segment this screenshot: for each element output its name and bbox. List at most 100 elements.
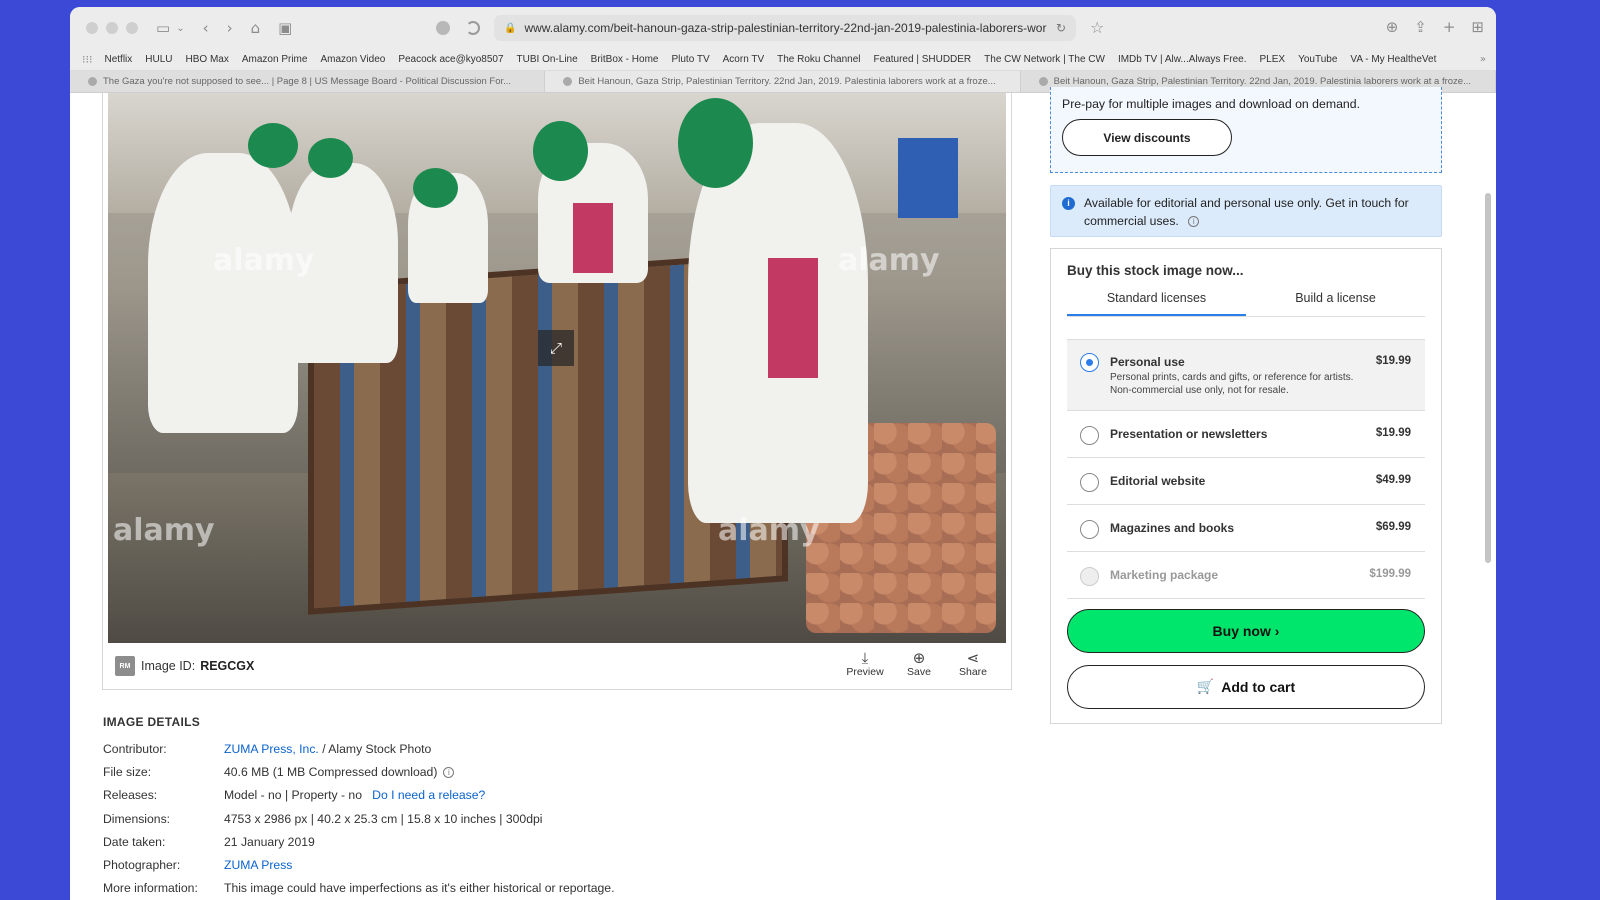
detail-row-contributor: Contributor: ZUMA Press, Inc. / Alamy St… bbox=[103, 741, 432, 756]
extension-icon[interactable] bbox=[436, 21, 450, 35]
bookmark-item[interactable]: Featured | SHUDDER bbox=[874, 54, 972, 65]
share-button[interactable]: ⋖ Share bbox=[955, 649, 991, 678]
buy-title: Buy this stock image now... bbox=[1067, 263, 1244, 278]
favicon-icon bbox=[563, 77, 573, 86]
rm-badge: RM bbox=[115, 656, 135, 676]
view-discounts-button[interactable]: View discounts bbox=[1062, 119, 1232, 156]
page-scrollbar[interactable] bbox=[1485, 193, 1491, 563]
sidebar-icon[interactable]: ▭ bbox=[156, 19, 170, 37]
watermark: alamy bbox=[213, 243, 315, 278]
info-icon: i bbox=[1062, 197, 1075, 210]
page-content: alamy alamy alamy alamy ⤢ RM Image ID: R… bbox=[70, 87, 1496, 900]
bookmark-item[interactable]: Amazon Prime bbox=[242, 54, 308, 65]
privacy-icon[interactable] bbox=[466, 21, 480, 35]
browser-tab-active[interactable]: Beit Hanoun, Gaza Strip, Palestinian Ter… bbox=[545, 71, 1021, 92]
bookmark-item[interactable]: Peacock ace@kyo8507 bbox=[398, 54, 503, 65]
close-window-button[interactable] bbox=[86, 22, 98, 34]
detail-row-dimensions: Dimensions: 4753 x 2986 px | 40.2 x 25.3… bbox=[103, 811, 543, 826]
watermark: alamy bbox=[838, 243, 940, 278]
radio-button bbox=[1080, 567, 1099, 586]
bookmark-item[interactable]: Netflix bbox=[105, 54, 133, 65]
save-button[interactable]: ⊕ Save bbox=[901, 649, 937, 678]
photographer-link[interactable]: ZUMA Press bbox=[224, 858, 292, 872]
tab-standard-licenses[interactable]: Standard licenses bbox=[1067, 287, 1246, 316]
apps-grid-icon[interactable]: ⁝⁝⁝ bbox=[82, 53, 93, 66]
watermark: alamy bbox=[718, 513, 820, 548]
bookmark-item[interactable]: Amazon Video bbox=[320, 54, 385, 65]
tab-overview-icon[interactable]: ▣ bbox=[278, 19, 292, 37]
tab-grid-icon[interactable]: ⊞ bbox=[1471, 18, 1484, 36]
url-text: www.alamy.com/beit-hanoun-gaza-strip-pal… bbox=[524, 21, 1047, 35]
chevron-down-icon[interactable]: ⌄ bbox=[176, 23, 184, 34]
bookmark-item[interactable]: HULU bbox=[145, 54, 172, 65]
license-option-editorial[interactable]: Editorial website $49.99 bbox=[1067, 458, 1425, 505]
bookmark-item[interactable]: YouTube bbox=[1298, 54, 1337, 65]
bookmark-item[interactable]: IMDb TV | Alw...Always Free. bbox=[1118, 54, 1247, 65]
discount-box: Pre-pay for multiple images and download… bbox=[1050, 87, 1442, 173]
download-icon[interactable]: ⊕ bbox=[1386, 18, 1399, 36]
radio-button[interactable] bbox=[1080, 520, 1099, 539]
download-icon: ⤓ bbox=[861, 649, 869, 667]
bookmark-star-icon[interactable]: ☆ bbox=[1090, 18, 1104, 37]
bookmark-item[interactable]: HBO Max bbox=[186, 54, 229, 65]
contributor-link[interactable]: ZUMA Press, Inc. bbox=[224, 742, 319, 756]
tab-build-license[interactable]: Build a license bbox=[1246, 287, 1425, 316]
detail-row-releases: Releases: Model - no | Property - no Do … bbox=[103, 788, 486, 803]
forward-icon[interactable]: › bbox=[227, 19, 233, 37]
add-to-cart-button[interactable]: 🛒 Add to cart bbox=[1067, 665, 1425, 709]
stock-photo[interactable]: alamy alamy alamy alamy ⤢ bbox=[108, 93, 1006, 643]
zoom-window-button[interactable] bbox=[126, 22, 138, 34]
image-info-bar: RM Image ID: REGCGX ⤓ Preview ⊕ Save ⋖ S… bbox=[103, 643, 1011, 689]
browser-tab[interactable]: The Gaza you're not supposed to see... |… bbox=[70, 71, 546, 92]
bookmark-item[interactable]: Acorn TV bbox=[723, 54, 765, 65]
usage-notice: i Available for editorial and personal u… bbox=[1050, 185, 1442, 237]
plus-circle-icon: ⊕ bbox=[912, 649, 926, 667]
browser-window: ▭ ⌄ ‹ › ⌂ ▣ 🔒 www.alamy.com/beit-hanoun-… bbox=[70, 7, 1496, 900]
home-icon[interactable]: ⌂ bbox=[251, 19, 261, 37]
bookmark-item[interactable]: VA - My HealtheVet bbox=[1350, 54, 1436, 65]
info-icon[interactable]: i bbox=[443, 767, 455, 779]
share-icon: ⋖ bbox=[966, 649, 980, 667]
license-option-presentation[interactable]: Presentation or newsletters $19.99 bbox=[1067, 411, 1425, 458]
image-id-label: Image ID: bbox=[141, 659, 196, 673]
license-option-magazines[interactable]: Magazines and books $69.99 bbox=[1067, 505, 1425, 552]
new-tab-icon[interactable]: + bbox=[1443, 18, 1456, 36]
lock-icon: 🔒 bbox=[504, 22, 517, 34]
detail-row-filesize: File size: 40.6 MB (1 MB Compressed down… bbox=[103, 760, 614, 783]
back-icon[interactable]: ‹ bbox=[203, 19, 209, 37]
bookmark-item[interactable]: The CW Network | The CW bbox=[984, 54, 1105, 65]
favicon-icon bbox=[88, 77, 97, 86]
release-help-link[interactable]: Do I need a release? bbox=[372, 788, 485, 802]
window-controls bbox=[86, 22, 138, 34]
watermark: alamy bbox=[113, 513, 215, 548]
bookmarks-bar: ⁝⁝⁝ Netflix HULU HBO Max Amazon Prime Am… bbox=[70, 49, 1496, 71]
info-icon[interactable]: i bbox=[1188, 216, 1200, 228]
expand-icon[interactable]: ⤢ bbox=[538, 330, 574, 366]
details-heading: IMAGE DETAILS bbox=[103, 715, 201, 729]
image-details: IMAGE DETAILS Contributor: ZUMA Press, I… bbox=[103, 715, 614, 900]
bookmark-item[interactable]: Pluto TV bbox=[671, 54, 709, 65]
license-option-personal[interactable]: Personal use Personal prints, cards and … bbox=[1067, 339, 1425, 411]
bookmark-item[interactable]: The Roku Channel bbox=[777, 54, 860, 65]
detail-row-date: Date taken: 21 January 2019 bbox=[103, 834, 315, 849]
bookmark-item[interactable]: BritBox - Home bbox=[591, 54, 659, 65]
license-options: Personal use Personal prints, cards and … bbox=[1067, 339, 1425, 599]
radio-button[interactable] bbox=[1080, 473, 1099, 492]
buy-panel: Buy this stock image now... Standard lic… bbox=[1050, 248, 1442, 724]
radio-button[interactable] bbox=[1080, 353, 1099, 372]
buy-now-button[interactable]: Buy now › bbox=[1067, 609, 1425, 653]
detail-row-more-info: More information: This image could have … bbox=[103, 881, 615, 896]
detail-row-photographer: Photographer: ZUMA Press bbox=[103, 858, 293, 873]
address-bar[interactable]: 🔒 www.alamy.com/beit-hanoun-gaza-strip-p… bbox=[494, 15, 1076, 41]
image-panel: alamy alamy alamy alamy ⤢ RM Image ID: R… bbox=[102, 93, 1012, 690]
minimize-window-button[interactable] bbox=[106, 22, 118, 34]
favicon-icon bbox=[1038, 77, 1048, 86]
share-icon[interactable]: ⇪ bbox=[1414, 18, 1427, 36]
radio-button[interactable] bbox=[1080, 426, 1099, 445]
bookmark-item[interactable]: PLEX bbox=[1260, 54, 1286, 65]
discount-text: Pre-pay for multiple images and download… bbox=[1062, 97, 1361, 111]
reload-icon[interactable]: ↻ bbox=[1056, 21, 1066, 35]
bookmark-item[interactable]: TUBI On-Line bbox=[517, 54, 578, 65]
preview-button[interactable]: ⤓ Preview bbox=[846, 649, 883, 678]
more-bookmarks-icon[interactable]: » bbox=[1480, 54, 1486, 65]
